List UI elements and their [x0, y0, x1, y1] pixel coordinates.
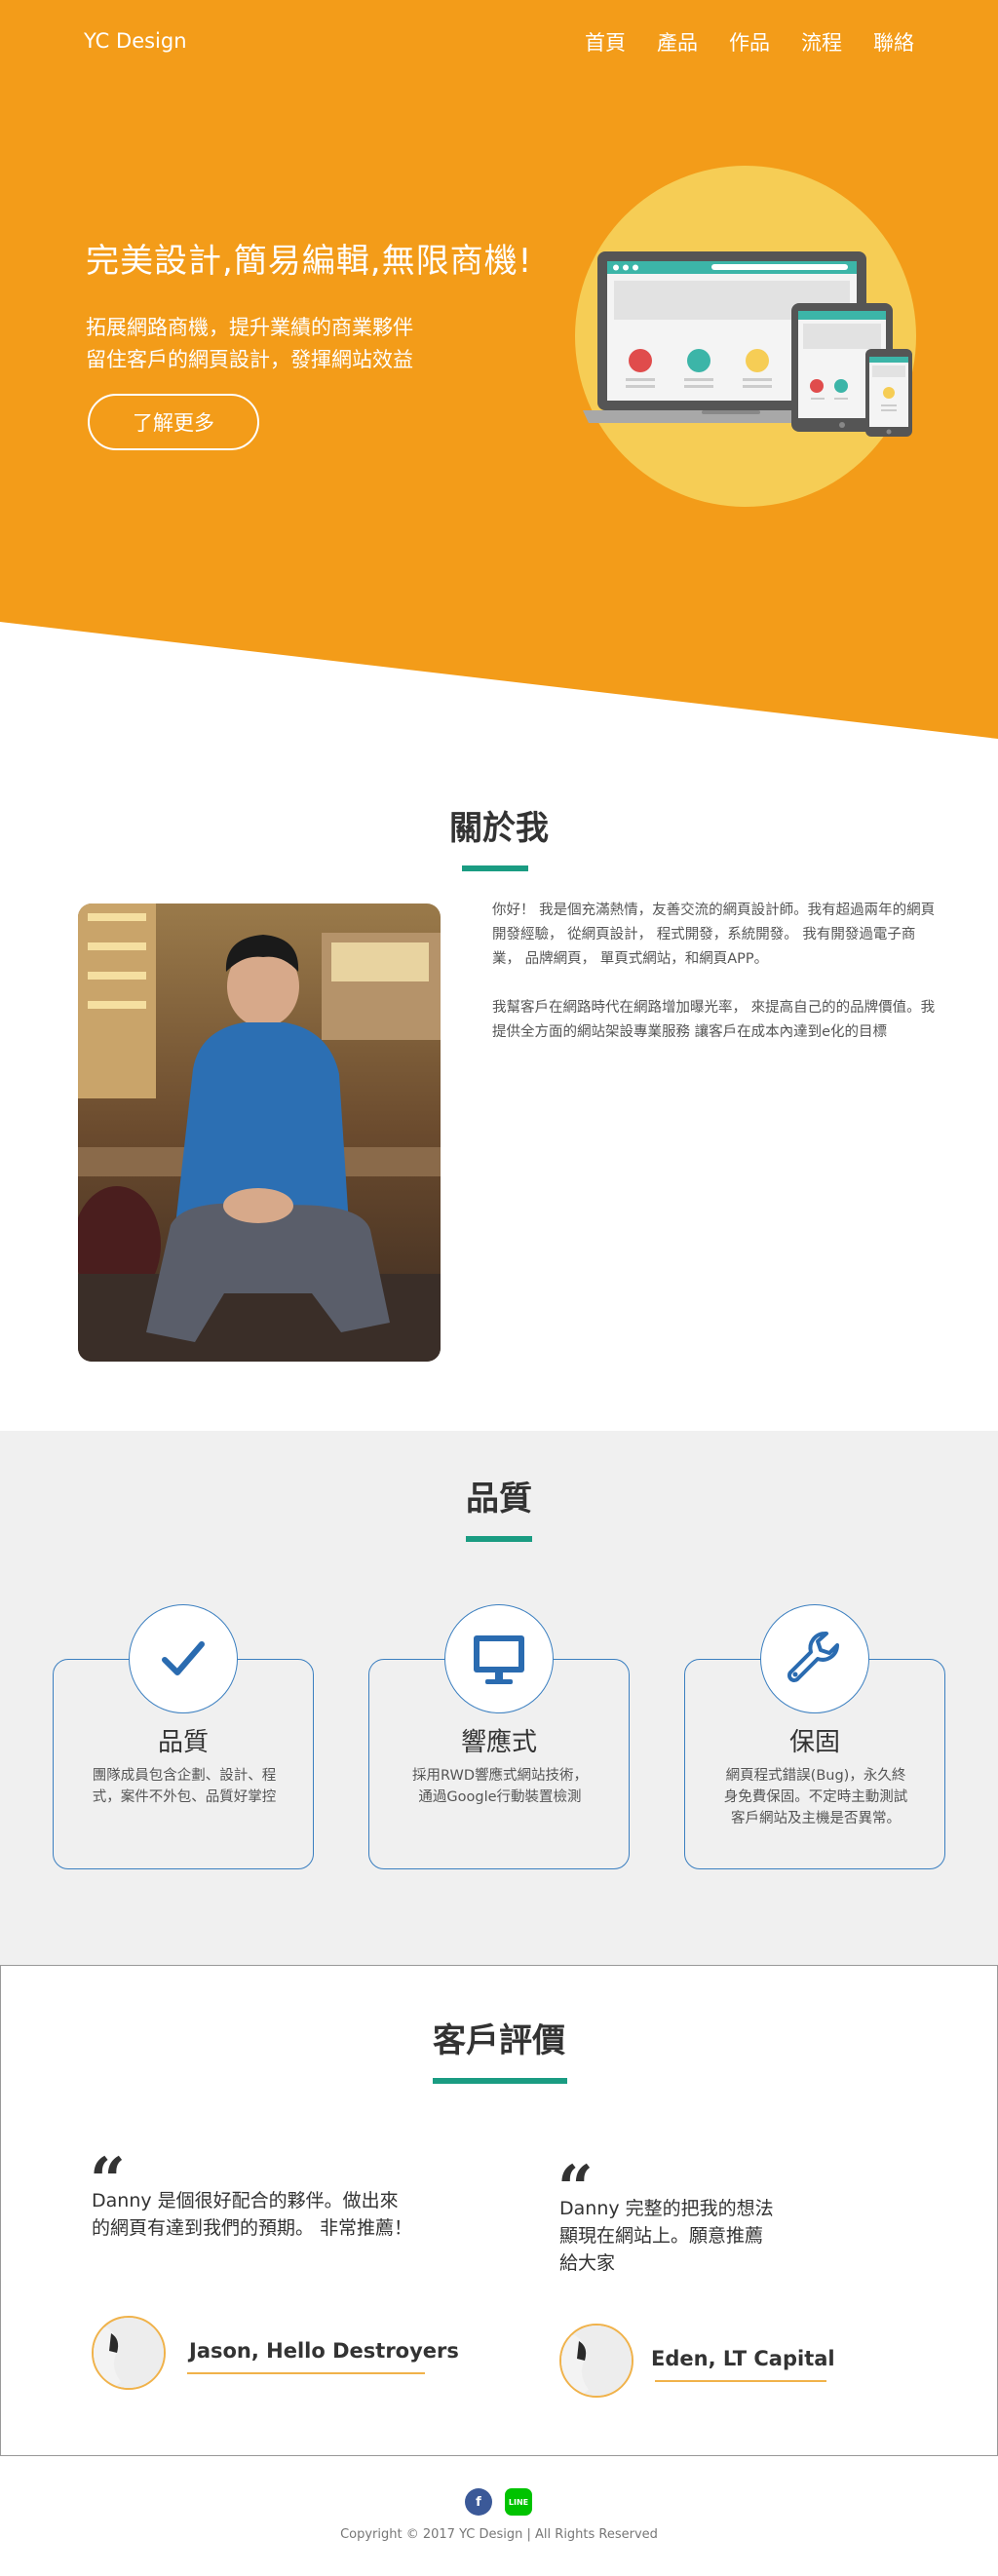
testimonial-quote-line: 顯現在網站上。願意推薦 [559, 2225, 764, 2247]
profile-photo [78, 904, 441, 1362]
client-name: Jason, Hello Destroyers [189, 2339, 459, 2363]
feature-icon-circle [760, 1604, 869, 1713]
client-name: Eden, LT Capital [651, 2347, 835, 2370]
line-icon[interactable]: LINE [505, 2488, 532, 2516]
nav-process[interactable]: 流程 [801, 27, 842, 57]
client-name-underline [655, 2380, 826, 2382]
main-nav: 首頁 產品 作品 流程 聯絡 [585, 27, 914, 57]
about-paragraph-1: 你好！ 我是個充滿熱情，友善交流的網頁設計師。我有超過兩年的網頁開發經驗， 從網… [492, 903, 936, 967]
testimonial-quote-line: 的網頁有達到我們的預期。 非常推薦！ [92, 2217, 413, 2239]
profile-photo-illustration [78, 904, 441, 1362]
testimonial-quote: Danny 完整的把我的想法 顯現在網站上。願意推薦 給大家 [559, 2195, 910, 2277]
hero-section: YC Design 首頁 產品 作品 流程 聯絡 完美設計,簡易編輯,無限商機!… [0, 0, 998, 750]
wrench-icon [787, 1631, 839, 1682]
hero-subtitle-line-2: 留住客戶的網頁設計，發揮網站效益 [86, 348, 413, 371]
check-icon [162, 1641, 205, 1675]
testimonials-title: 客戶評價 [433, 2021, 565, 2060]
testimonial-quote-line: Danny 是個很好配合的夥伴。做出來 [92, 2190, 399, 2211]
testimonial-quote: Danny 是個很好配合的夥伴。做出來 的網頁有達到我們的預期。 非常推薦！ [92, 2187, 481, 2242]
feature-card-title: 品質 [157, 1728, 209, 1757]
facebook-icon[interactable]: f [465, 2488, 492, 2516]
about-title-underline [462, 865, 528, 871]
logo[interactable]: YC Design [84, 29, 187, 53]
feature-icon-circle [129, 1604, 238, 1713]
feature-card-description: 團隊成員包含企劃、設計、程式，案件不外包、品質好掌控 [92, 1768, 277, 1805]
responsive-devices-illustration [575, 166, 916, 507]
monitor-icon [474, 1635, 524, 1684]
learn-more-button[interactable]: 了解更多 [88, 394, 259, 450]
about-paragraph-2: 我幫客戶在網路時代在網路增加曝光率， 來提高自己的的品牌價值。我提供全方面的網站… [492, 1000, 936, 1040]
feature-card-title: 響應式 [460, 1728, 537, 1757]
hero-headline: 完美設計,簡易編輯,無限商機! [86, 242, 533, 281]
client-avatar [559, 2324, 633, 2398]
feature-icon-circle [444, 1604, 554, 1713]
testimonial-quote-line: 給大家 [559, 2252, 616, 2274]
nav-works[interactable]: 作品 [729, 27, 770, 57]
nav-home[interactable]: 首頁 [585, 27, 626, 57]
feature-card-description: 採用RWD響應式網站技術，通過Google行動裝置檢測 [412, 1768, 588, 1805]
quality-title: 品質 [466, 1480, 532, 1519]
quality-title-underline [466, 1536, 532, 1542]
testimonial-quote-line: Danny 完整的把我的想法 [559, 2198, 774, 2219]
copyright-text: Copyright © 2017 YC Design | All Rights … [340, 2527, 658, 2542]
hero-subtitle: 拓展網路商機，提升業績的商業夥伴 留住客戶的網頁設計，發揮網站效益 [86, 312, 413, 376]
client-avatar [92, 2316, 166, 2390]
testimonials-title-underline [433, 2078, 567, 2084]
hero-subtitle-line-1: 拓展網路商機，提升業績的商業夥伴 [86, 316, 413, 339]
feature-card-description: 網頁程式錯誤(Bug)，永久終身免費保固。不定時主動測試客戶網站及主機是否異常。 [723, 1768, 908, 1826]
client-name-underline [187, 2372, 425, 2374]
feature-card-title: 保固 [788, 1728, 840, 1757]
nav-contact[interactable]: 聯絡 [873, 27, 914, 57]
about-text: 你好！ 我是個充滿熱情，友善交流的網頁設計師。我有超過兩年的網頁開發經驗， 從網… [492, 899, 936, 1045]
nav-products[interactable]: 產品 [657, 27, 698, 57]
about-title: 關於我 [449, 809, 549, 848]
